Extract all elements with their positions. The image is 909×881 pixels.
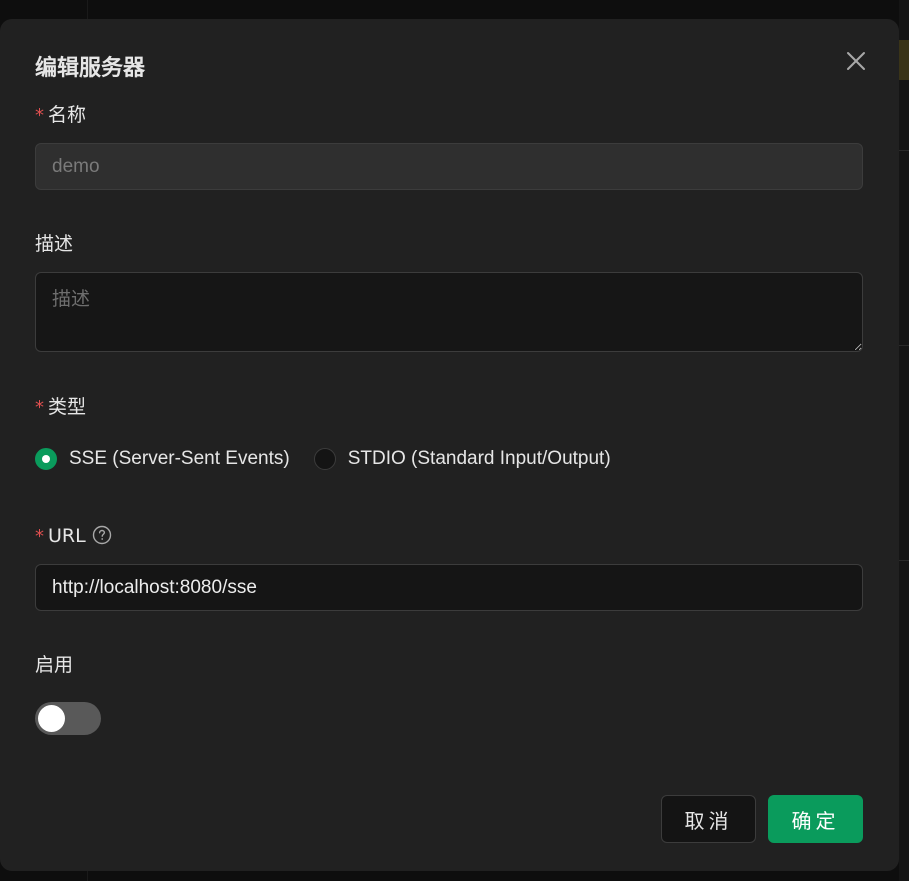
close-button[interactable]	[843, 48, 869, 74]
edit-server-dialog: 编辑服务器 *名称 描述 *类型 SSE (Server-Sent Events…	[0, 19, 899, 871]
backdrop-edge	[899, 0, 909, 881]
url-input[interactable]	[35, 564, 863, 611]
description-label: 描述	[35, 233, 74, 255]
name-label-text: 名称	[48, 104, 87, 126]
confirm-button[interactable]: 确定	[768, 795, 863, 843]
radio-stdio-label: STDIO (Standard Input/Output)	[347, 448, 611, 469]
radio-stdio[interactable]: STDIO (Standard Input/Output)	[313, 448, 611, 470]
enabled-label: 启用	[35, 654, 74, 676]
cancel-button[interactable]: 取消	[661, 795, 756, 843]
radio-checked-icon	[35, 448, 57, 470]
required-mark: *	[35, 526, 44, 547]
dialog-title: 编辑服务器	[35, 56, 146, 81]
description-textarea[interactable]	[35, 272, 863, 352]
enabled-toggle[interactable]	[35, 702, 101, 735]
toggle-knob	[38, 705, 65, 732]
backdrop-edge-tick	[899, 345, 909, 346]
radio-unchecked-icon	[313, 448, 336, 470]
backdrop-edge-tick	[899, 560, 909, 561]
close-icon	[847, 52, 865, 70]
radio-sse-label: SSE (Server-Sent Events)	[69, 448, 290, 469]
radio-sse[interactable]: SSE (Server-Sent Events)	[35, 448, 290, 470]
question-circle-icon[interactable]	[92, 525, 112, 545]
type-label-text: 类型	[48, 396, 87, 418]
type-label: * 类型	[35, 394, 86, 421]
url-label-text: URL	[48, 525, 86, 547]
name-label: * 名称	[35, 102, 86, 129]
name-input[interactable]	[35, 143, 863, 190]
required-mark: *	[35, 397, 44, 418]
backdrop-edge-tick	[899, 150, 909, 151]
type-radio-group: SSE (Server-Sent Events) STDIO (Standard…	[35, 444, 635, 474]
backdrop-edge-accent	[899, 40, 909, 80]
url-label: * URL	[35, 523, 112, 550]
required-mark: *	[35, 105, 44, 126]
